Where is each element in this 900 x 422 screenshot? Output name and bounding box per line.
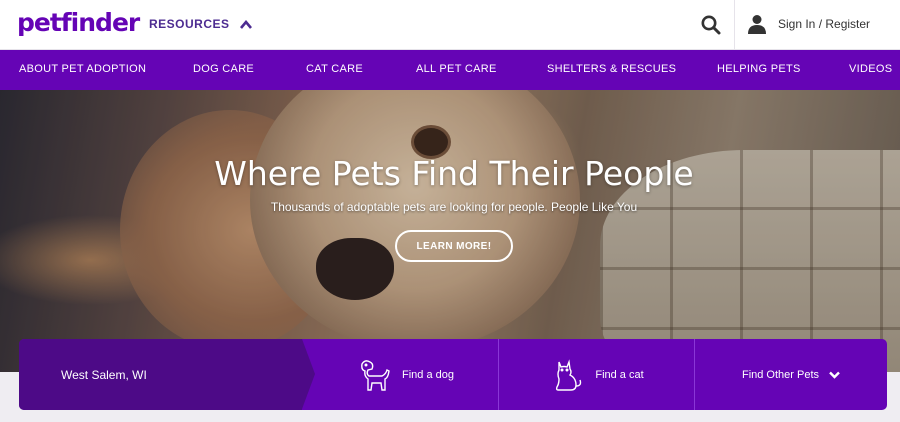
cat-icon	[556, 358, 582, 391]
resources-label: RESOURCES	[149, 17, 230, 31]
nav-helping-pets[interactable]: HELPING PETS	[717, 63, 801, 75]
hero-title: Where Pets Find Their People	[214, 154, 694, 193]
find-dog-button[interactable]: Find a dog	[302, 339, 498, 410]
find-other-pets-button[interactable]: Find Other Pets	[694, 339, 887, 410]
nav-about-pet-adoption[interactable]: ABOUT PET ADOPTION	[19, 63, 146, 75]
nav-all-pet-care[interactable]: ALL PET CARE	[416, 63, 497, 75]
search-icon[interactable]	[700, 14, 722, 36]
hero-subtitle: Thousands of adoptable pets are looking …	[270, 200, 638, 214]
location-arrow	[302, 339, 315, 409]
chevron-up-icon	[239, 19, 252, 29]
user-icon	[748, 15, 766, 34]
location-selector[interactable]: West Salem, WI	[19, 339, 315, 410]
chevron-down-icon	[829, 371, 840, 379]
nav-videos[interactable]: VIDEOS	[849, 63, 892, 75]
find-cat-button[interactable]: Find a cat	[498, 339, 694, 410]
nav-dog-care[interactable]: DOG CARE	[193, 63, 254, 75]
dog-icon	[361, 359, 390, 391]
learn-more-button[interactable]: LEARN MORE!	[395, 230, 513, 262]
main-navigation: ABOUT PET ADOPTION DOG CARE CAT CARE ALL…	[0, 50, 900, 90]
top-header: petfinder RESOURCES Sign In / Register	[0, 0, 900, 50]
hero-banner: Where Pets Find Their People Thousands o…	[0, 90, 900, 372]
sign-in-register-link[interactable]: Sign In / Register	[748, 14, 870, 34]
find-dog-label: Find a dog	[402, 368, 454, 381]
pet-search-bar: West Salem, WI Find a dog Find a cat Fin…	[19, 339, 887, 410]
nav-shelters-rescues[interactable]: SHELTERS & RESCUES	[547, 63, 676, 75]
find-cat-label: Find a cat	[595, 368, 644, 381]
petfinder-logo[interactable]: petfinder	[17, 8, 140, 37]
find-other-label: Find Other Pets	[741, 368, 820, 381]
sign-in-label: Sign In / Register	[778, 17, 871, 31]
location-label: West Salem, WI	[61, 367, 147, 382]
resources-menu-button[interactable]: RESOURCES	[149, 17, 252, 31]
nav-cat-care[interactable]: CAT CARE	[306, 63, 363, 75]
header-divider	[734, 0, 735, 50]
